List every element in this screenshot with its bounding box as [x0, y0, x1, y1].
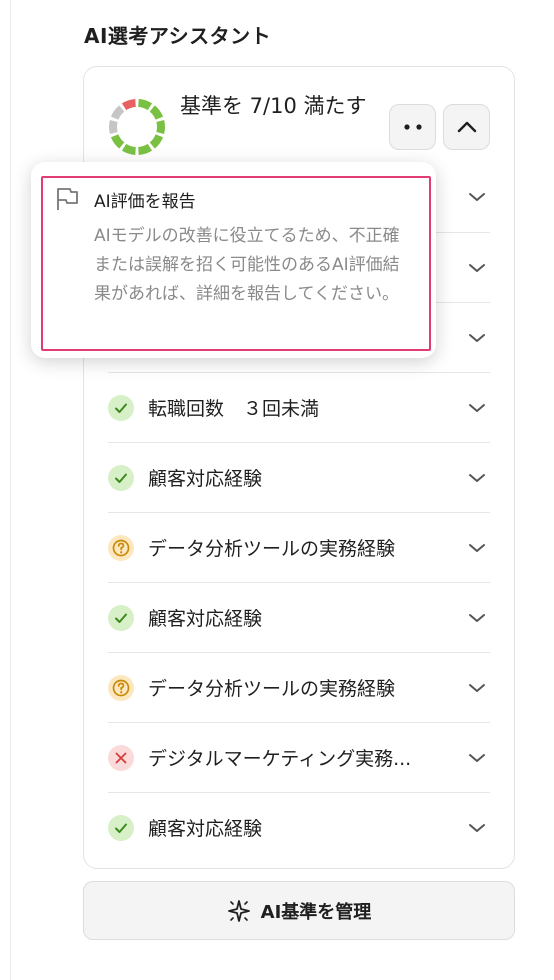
chevron-down-icon [469, 473, 485, 482]
progress-segment-unknown [110, 105, 125, 120]
progress-segment-ok [149, 105, 164, 120]
criteria-row[interactable]: 顧客対応経験 [108, 582, 490, 652]
progress-segment-ok [149, 134, 164, 149]
report-title: AI評価を報告 [94, 192, 196, 212]
criteria-row[interactable]: 転職回数 ３回未満 [108, 372, 490, 442]
panel-title: AI選考アシスタント [84, 24, 272, 48]
progress-segment-unknown [109, 119, 118, 135]
progress-segment-ok [121, 143, 137, 155]
more-dots-icon [403, 124, 422, 130]
criteria-label: 顧客対応経験 [148, 608, 263, 630]
chevron-down-icon [469, 193, 485, 201]
report-description: AIモデルの改善に役立てるため、不正確または誤解を招く可能性のあるAI評価結果が… [94, 226, 400, 304]
chevron-down-icon [469, 753, 485, 762]
chevron-down-icon [469, 263, 485, 272]
manage-ai-criteria-button[interactable]: AI基準を管理 [83, 881, 515, 940]
criteria-row[interactable]: データ分析ツールの実務経験 [108, 512, 490, 582]
progress-segment-ok [156, 119, 165, 135]
criteria-row[interactable]: データ分析ツールの実務経験 [108, 652, 490, 722]
chevron-down-icon [469, 613, 485, 622]
progress-segment-ok [110, 134, 125, 149]
collapse-button[interactable] [443, 104, 490, 150]
chevron-down-icon [469, 683, 485, 692]
criteria-label: データ分析ツールの実務経験 [148, 538, 396, 560]
check-icon [108, 814, 134, 841]
check-icon [108, 464, 134, 491]
criteria-label: デジタルマーケティング実務... [148, 748, 412, 770]
progress-segment-ok [137, 99, 153, 111]
chevron-down-icon [469, 333, 485, 342]
manage-ai-criteria-label: AI基準を管理 [260, 901, 372, 923]
cross-icon [108, 744, 134, 771]
criteria-label: 顧客対応経験 [148, 818, 263, 840]
chevron-down-icon [469, 543, 485, 552]
criteria-summary: 基準を 7/10 満たす [180, 94, 367, 118]
progress-segment-ok [137, 143, 153, 155]
chevron-down-icon [469, 403, 485, 412]
criteria-label: データ分析ツールの実務経験 [148, 678, 396, 700]
chevron-up-icon [457, 121, 476, 133]
criteria-row[interactable]: 顧客対応経験 [108, 792, 490, 862]
chevron-down-icon [469, 823, 485, 832]
more-options-button[interactable] [389, 104, 436, 150]
criteria-label: 顧客対応経験 [148, 468, 263, 490]
check-icon [108, 604, 134, 631]
flag-icon [57, 188, 78, 210]
sparkle-icon [227, 899, 250, 922]
left-divider [10, 0, 11, 980]
criteria-row[interactable]: 顧客対応経験 [108, 442, 490, 512]
criteria-progress-ring [109, 99, 165, 155]
criteria-row[interactable]: デジタルマーケティング実務... [108, 722, 490, 792]
progress-segment-ng [121, 99, 137, 111]
criteria-label: 転職回数 ３回未満 [148, 398, 320, 420]
question-icon [108, 674, 134, 701]
check-icon [108, 394, 134, 421]
question-icon [108, 534, 134, 561]
